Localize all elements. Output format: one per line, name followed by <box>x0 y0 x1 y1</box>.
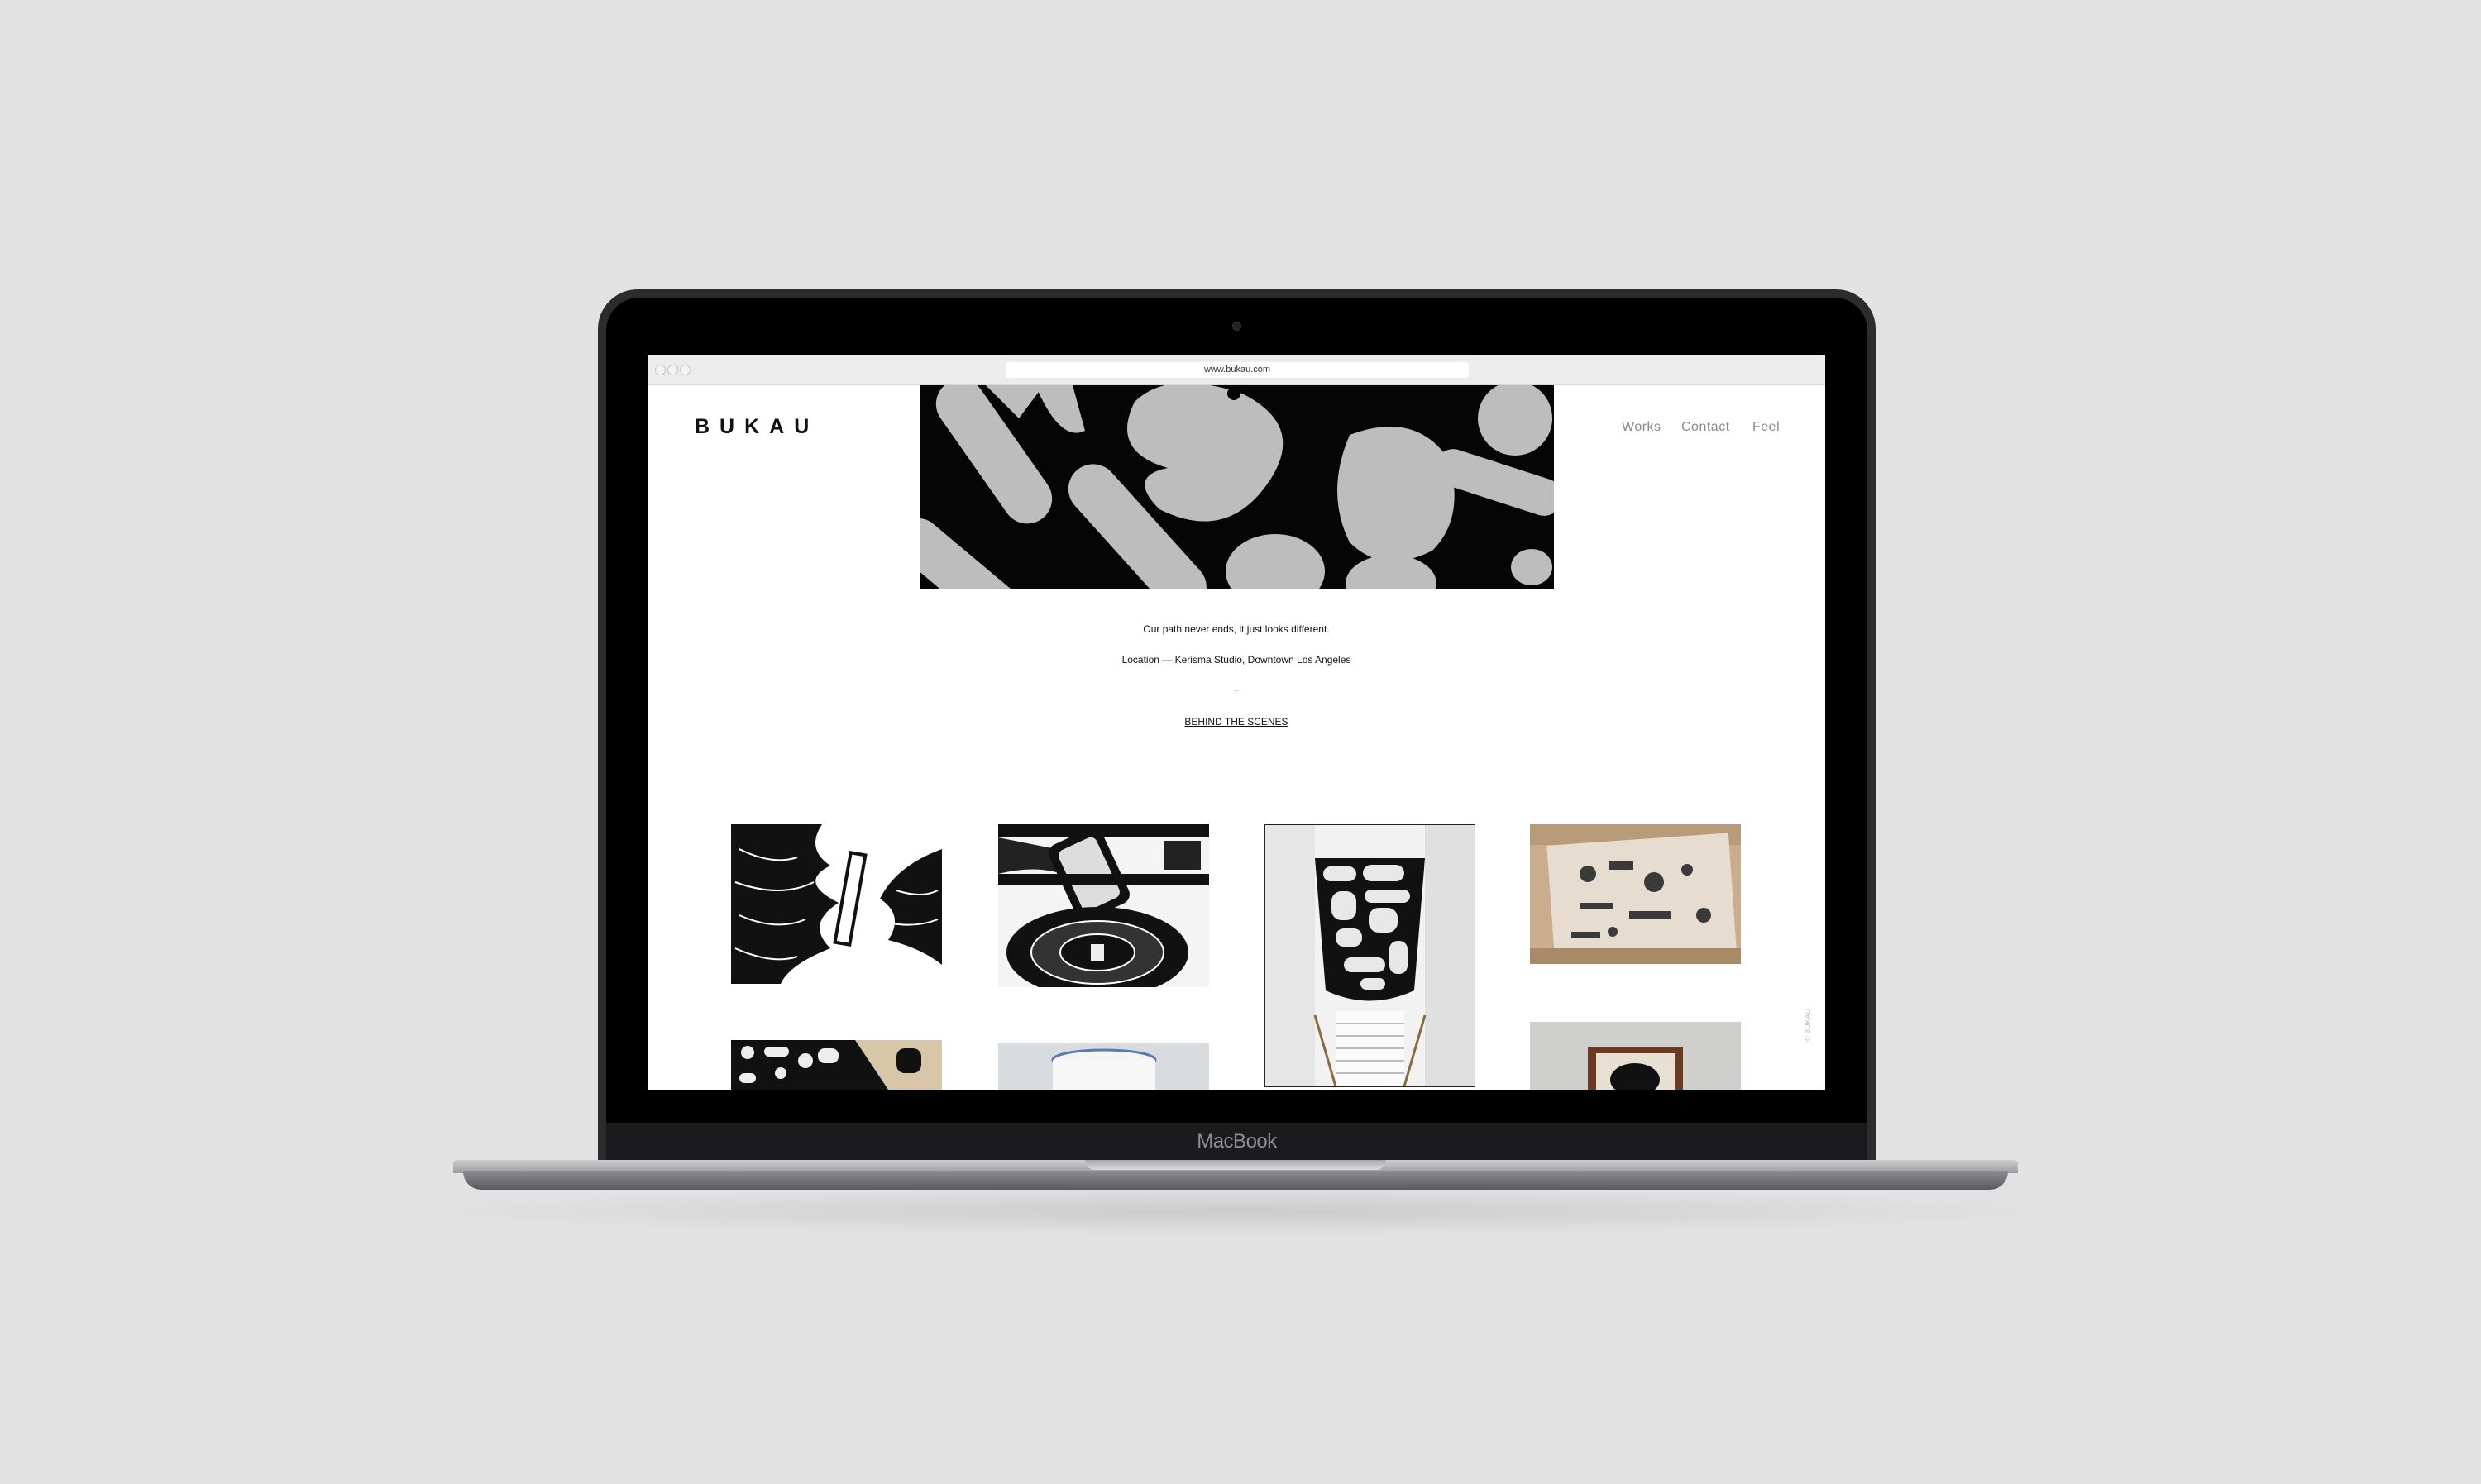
work-thumbnail[interactable] <box>731 824 942 984</box>
site-logo[interactable]: BUKAU <box>695 415 819 439</box>
behind-the-scenes-link[interactable]: BEHIND THE SCENES <box>648 716 1825 728</box>
laptop-notch <box>1085 1160 1386 1170</box>
work-thumbnail[interactable] <box>731 1040 942 1090</box>
nav-feel[interactable]: Feel <box>1752 420 1780 435</box>
device-brand-label: MacBook <box>1197 1130 1277 1152</box>
browser-toolbar: www.bukau.com <box>648 355 1825 385</box>
browser-window: www.bukau.com BUKAU Works Contact Feel O… <box>648 355 1825 1090</box>
work-thumbnail[interactable] <box>998 824 1209 987</box>
separator: .. <box>1234 685 1239 694</box>
laptop-base-edge <box>463 1171 2008 1190</box>
address-bar[interactable]: www.bukau.com <box>1006 362 1469 378</box>
laptop-shadow <box>397 1186 2076 1236</box>
close-window-icon[interactable] <box>655 365 666 375</box>
vertical-copyright: © BUKAU <box>1804 1008 1812 1042</box>
location-text: Location — Kerisma Studio, Downtown Los … <box>1121 654 1351 666</box>
maximize-window-icon[interactable] <box>680 365 691 375</box>
nav-contact[interactable]: Contact <box>1681 420 1730 435</box>
camera-icon <box>1232 322 1241 331</box>
nav-works[interactable]: Works <box>1622 420 1661 435</box>
hero-artwork <box>920 385 1554 589</box>
work-thumbnail[interactable] <box>1530 824 1741 964</box>
work-thumbnail[interactable] <box>998 1043 1209 1090</box>
minimize-window-icon[interactable] <box>667 365 678 375</box>
work-thumbnail[interactable] <box>1530 1022 1741 1090</box>
tagline: Our path never ends, it just looks diffe… <box>1143 623 1330 635</box>
work-thumbnail[interactable] <box>1264 824 1475 1087</box>
